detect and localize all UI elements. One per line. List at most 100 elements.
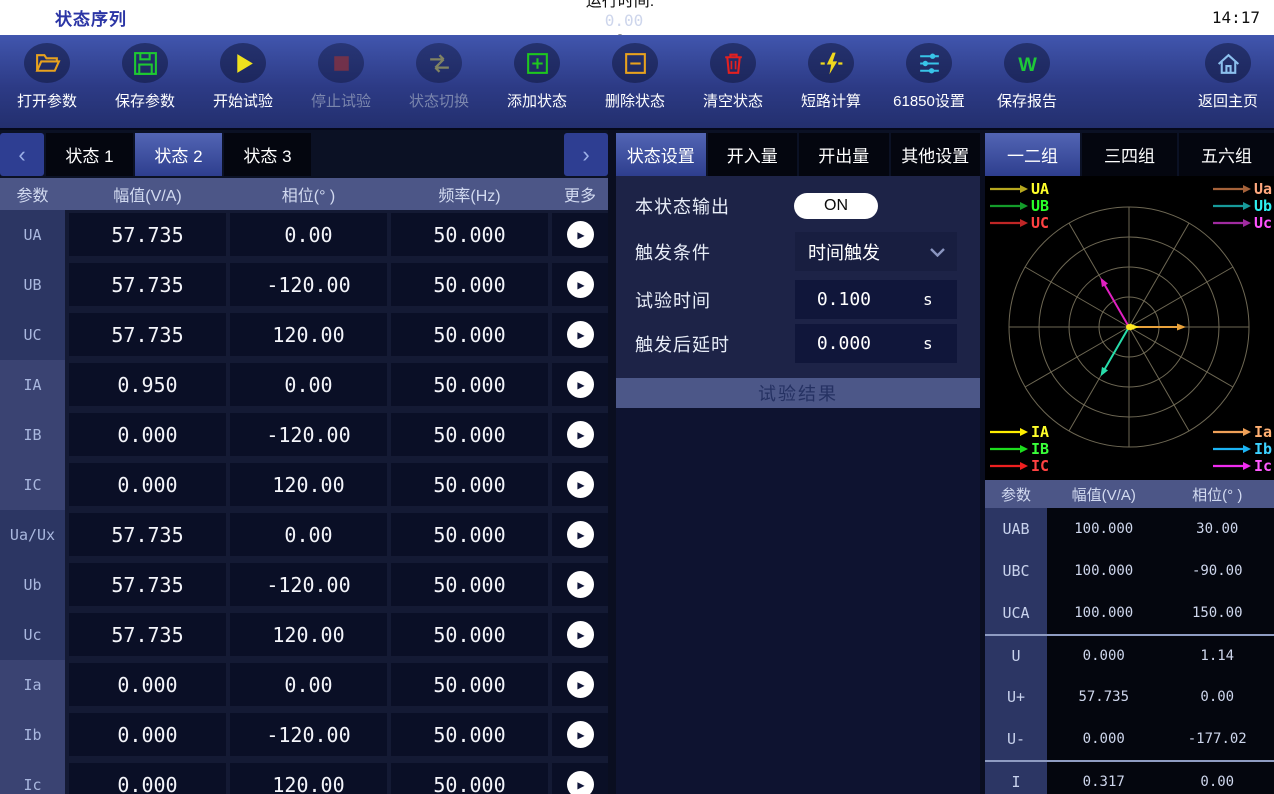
delay-field[interactable]: 0.000 s (795, 324, 957, 363)
prev-state-button[interactable]: ‹ (0, 133, 44, 176)
phase-cell[interactable]: 0.00 (230, 363, 387, 406)
toolbar-stop-button[interactable]: 停止试验 (301, 43, 381, 111)
amplitude-cell[interactable]: 57.735 (69, 613, 226, 656)
amplitude-value: 100.000 (1047, 592, 1161, 634)
legend-item-IC: IC (989, 457, 1049, 474)
output-toggle[interactable]: ON (794, 193, 878, 219)
arrow-icon (1212, 443, 1252, 455)
amplitude-cell[interactable]: 0.000 (69, 713, 226, 756)
toolbar-bolt-button[interactable]: 短路计算 (791, 43, 871, 111)
tab-settings-1[interactable]: 状态设置 (616, 133, 706, 176)
play-icon[interactable] (567, 471, 594, 498)
play-icon[interactable] (567, 321, 594, 348)
clock: 14:17 (1212, 8, 1260, 27)
frequency-cell[interactable]: 50.000 (391, 263, 548, 306)
amplitude-cell[interactable]: 57.735 (69, 313, 226, 356)
frequency-cell[interactable]: 50.000 (391, 613, 548, 656)
play-icon[interactable] (567, 421, 594, 448)
amplitude-cell[interactable]: 57.735 (69, 513, 226, 556)
toolbar-home-button[interactable]: 返回主页 (1188, 43, 1268, 111)
toolbar-minus-button[interactable]: 删除状态 (595, 43, 675, 111)
col-amplitude: 幅值(V/A) (1047, 484, 1161, 505)
phase-cell[interactable]: 0.00 (230, 663, 387, 706)
phase-value: -90.00 (1161, 550, 1274, 592)
frequency-cell[interactable]: 50.000 (391, 363, 548, 406)
tab-settings-4[interactable]: 其他设置 (891, 133, 981, 176)
phase-cell[interactable]: 120.00 (230, 313, 387, 356)
test-time-field[interactable]: 0.100 s (795, 280, 957, 319)
frequency-cell[interactable]: 50.000 (391, 213, 548, 256)
amplitude-cell[interactable]: 0.000 (69, 663, 226, 706)
frequency-cell[interactable]: 50.000 (391, 413, 548, 456)
tab-group-3[interactable]: 五六组 (1179, 133, 1274, 176)
amplitude-cell[interactable]: 0.000 (69, 463, 226, 506)
phase-cell[interactable]: 120.00 (230, 613, 387, 656)
toolbar-trash-button[interactable]: 清空状态 (693, 43, 773, 111)
tab-settings-3[interactable]: 开出量 (799, 133, 889, 176)
frequency-cell[interactable]: 50.000 (391, 463, 548, 506)
folder-open-icon (24, 43, 70, 83)
table-row: IB 0.000 -120.00 50.000 (0, 410, 608, 460)
arrow-icon (1212, 460, 1252, 472)
param-label: Ub (0, 560, 65, 610)
play-icon[interactable] (567, 721, 594, 748)
toolbar-switch-button[interactable]: 状态切换 (399, 43, 479, 111)
switch-icon (416, 43, 462, 83)
phase-value: 0.00 (1161, 762, 1274, 794)
tab-state-2[interactable]: 状态 2 (135, 133, 222, 176)
param-label: U- (985, 718, 1047, 760)
phase-cell[interactable]: -120.00 (230, 713, 387, 756)
phase-cell[interactable]: 120.00 (230, 763, 387, 794)
amplitude-value: 100.000 (1047, 550, 1161, 592)
tab-state-3[interactable]: 状态 3 (224, 133, 311, 176)
tab-group-2[interactable]: 三四组 (1082, 133, 1177, 176)
frequency-cell[interactable]: 50.000 (391, 563, 548, 606)
arrow-icon (989, 217, 1029, 229)
toolbar-play-button[interactable]: 开始试验 (203, 43, 283, 111)
tab-group-1[interactable]: 一二组 (985, 133, 1080, 176)
amplitude-cell[interactable]: 57.735 (69, 563, 226, 606)
more-cell (552, 463, 608, 506)
minus-icon (612, 43, 658, 83)
phase-cell[interactable]: 0.00 (230, 213, 387, 256)
amplitude-cell[interactable]: 57.735 (69, 213, 226, 256)
toolbar-report-w-button[interactable]: W 保存报告 (987, 43, 1067, 111)
phase-cell[interactable]: -120.00 (230, 413, 387, 456)
frequency-cell[interactable]: 50.000 (391, 513, 548, 556)
table-row: Ua/Ux 57.735 0.00 50.000 (0, 510, 608, 560)
next-state-button[interactable]: › (564, 133, 608, 176)
phase-cell[interactable]: 120.00 (230, 463, 387, 506)
amplitude-cell[interactable]: 57.735 (69, 263, 226, 306)
phase-cell[interactable]: -120.00 (230, 563, 387, 606)
toolbar-save-button[interactable]: 保存参数 (105, 43, 185, 111)
phase-cell[interactable]: 0.00 (230, 513, 387, 556)
amplitude-cell[interactable]: 0.000 (69, 763, 226, 794)
play-icon[interactable] (567, 521, 594, 548)
tab-state-1[interactable]: 状态 1 (46, 133, 133, 176)
tab-settings-2[interactable]: 开入量 (708, 133, 798, 176)
phase-cell[interactable]: -120.00 (230, 263, 387, 306)
toolbar-sliders-button[interactable]: 61850设置 (889, 43, 969, 111)
trigger-select[interactable]: 时间触发 (795, 232, 957, 271)
play-icon[interactable] (567, 271, 594, 298)
param-label: UAB (985, 508, 1047, 550)
play-icon[interactable] (567, 571, 594, 598)
frequency-cell[interactable]: 50.000 (391, 763, 548, 794)
play-icon[interactable] (567, 671, 594, 698)
col-amplitude: 幅值(V/A) (69, 182, 226, 206)
frequency-cell[interactable]: 50.000 (391, 313, 548, 356)
play-icon[interactable] (567, 221, 594, 248)
table-row: UBC 100.000 -90.00 (985, 550, 1274, 592)
frequency-cell[interactable]: 50.000 (391, 713, 548, 756)
amplitude-cell[interactable]: 0.000 (69, 413, 226, 456)
amplitude-cell[interactable]: 0.950 (69, 363, 226, 406)
play-icon[interactable] (567, 371, 594, 398)
frequency-cell[interactable]: 50.000 (391, 663, 548, 706)
play-icon[interactable] (567, 621, 594, 648)
toolbar-add-button[interactable]: 添加状态 (497, 43, 577, 111)
param-label: Ib (0, 710, 65, 760)
play-icon[interactable] (567, 771, 594, 794)
table-row: Ib 0.000 -120.00 50.000 (0, 710, 608, 760)
toolbar-folder-open-button[interactable]: 打开参数 (7, 43, 87, 111)
test-result-button[interactable]: 试验结果 (616, 378, 980, 408)
